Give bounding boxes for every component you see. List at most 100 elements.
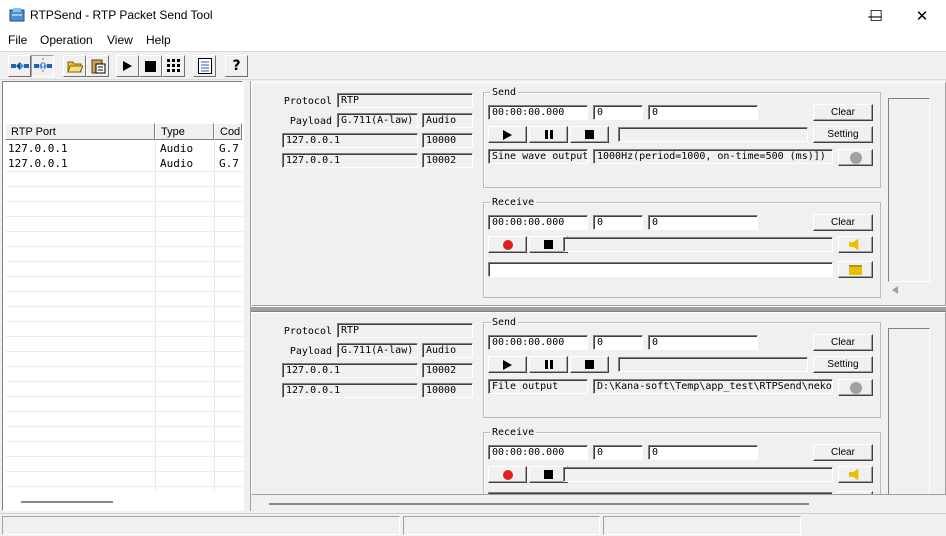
receive-speaker-button[interactable] (838, 236, 873, 253)
grid-button[interactable] (162, 55, 185, 77)
rtp-port-list[interactable]: RTP Port Type Cod 127.0.0.1 Audio G.7 12… (2, 81, 243, 511)
row-gridline (6, 231, 243, 232)
receive-folder-button[interactable] (838, 261, 873, 278)
media-type-field[interactable]: Audio (422, 343, 473, 358)
menu-operation[interactable]: Operation (40, 33, 93, 47)
send-bytes-field: 0 (648, 335, 758, 350)
payload-label: Payload (289, 116, 332, 127)
side-panel (888, 98, 930, 282)
local-ip-field[interactable]: 127.0.0.1 (282, 133, 418, 148)
right-horizontal-scrollbar[interactable] (251, 495, 946, 511)
receive-file-field[interactable] (488, 262, 833, 277)
receive-group-title: Receive (490, 427, 537, 438)
send-config-button[interactable] (838, 149, 873, 166)
maximize-icon: ☐ (869, 6, 883, 25)
send-config-button[interactable] (838, 379, 873, 396)
local-port-field[interactable]: 10002 (422, 363, 473, 378)
receive-record-button[interactable] (488, 466, 527, 483)
table-row[interactable]: 127.0.0.1 Audio G.7 (3, 156, 240, 171)
send-pause-button[interactable] (529, 126, 568, 143)
send-stop-button[interactable] (570, 126, 609, 143)
receive-speaker-button[interactable] (838, 466, 873, 483)
send-clear-button[interactable]: Clear (813, 104, 873, 121)
media-type-field[interactable]: Audio (422, 113, 473, 128)
send-clear-button[interactable]: Clear (813, 334, 873, 351)
row-gridline (6, 216, 243, 217)
maximize-button[interactable]: ☐ (853, 0, 899, 31)
channel-panel-1: Protocol RTP Payload G.711(A-law) Audio 127.0… (251, 82, 946, 306)
list-button[interactable] (193, 55, 216, 77)
row-gridline (6, 321, 243, 322)
column-header-type[interactable]: Type (155, 123, 214, 140)
protocol-field[interactable]: RTP (337, 323, 473, 338)
row-gridline (6, 201, 243, 202)
help-button[interactable]: ? (225, 55, 248, 77)
connect-button[interactable] (8, 55, 31, 77)
play-icon (503, 359, 512, 370)
close-button[interactable]: ✕ (899, 0, 945, 31)
connect-icon (10, 62, 29, 70)
row-gridline (6, 306, 243, 307)
status-pane-main (2, 516, 400, 535)
status-pane-2 (403, 516, 600, 535)
send-time-field: 00:00:00.000 (488, 335, 588, 350)
stop-icon (145, 60, 156, 72)
local-ip-field[interactable]: 127.0.0.1 (282, 363, 418, 378)
row-gridline (6, 471, 243, 472)
row-gridline (6, 261, 243, 262)
remote-ip-field[interactable]: 127.0.0.1 (282, 383, 418, 398)
column-header-codec[interactable]: Cod (214, 123, 242, 140)
column-divider (214, 140, 215, 490)
send-setting-button[interactable]: Setting (813, 126, 873, 143)
stop-button[interactable] (139, 55, 162, 77)
play-button[interactable] (116, 55, 139, 77)
receive-clear-button[interactable]: Clear (813, 214, 873, 231)
row-gridline (6, 411, 243, 412)
menu-help[interactable]: Help (146, 33, 171, 47)
right-scrollbar-thumb[interactable] (269, 503, 809, 505)
send-group-title: Send (490, 317, 519, 328)
receive-clear-button[interactable]: Clear (813, 444, 873, 461)
send-pause-button[interactable] (529, 356, 568, 373)
table-row[interactable]: 127.0.0.1 Audio G.7 (3, 141, 240, 156)
toolbar: ? (0, 51, 946, 80)
payload-label: Payload (289, 346, 332, 357)
send-source-type-field: File output (488, 379, 588, 394)
receive-time-field: 00:00:00.000 (488, 445, 588, 460)
payload-field[interactable]: G.711(A-law) (337, 343, 418, 358)
disconnect-button[interactable] (31, 55, 54, 77)
paste-button[interactable] (86, 55, 109, 77)
local-port-field[interactable]: 10000 (422, 133, 473, 148)
protocol-field[interactable]: RTP (337, 93, 473, 108)
row-codec: G.7 (219, 142, 239, 155)
horizontal-scrollbar-thumb[interactable] (21, 501, 113, 503)
side-panel (888, 328, 930, 494)
send-count-field: 0 (593, 105, 643, 120)
window-title: RTPSend - RTP Packet Send Tool (30, 8, 213, 22)
send-play-button[interactable] (488, 126, 527, 143)
open-button[interactable] (63, 55, 86, 77)
status-bar (0, 513, 946, 536)
send-time-field: 00:00:00.000 (488, 105, 588, 120)
receive-record-button[interactable] (488, 236, 527, 253)
send-stop-button[interactable] (570, 356, 609, 373)
remote-port-field[interactable]: 10002 (422, 153, 473, 168)
remote-port-field[interactable]: 10000 (422, 383, 473, 398)
vertical-splitter[interactable] (243, 81, 251, 511)
menu-file[interactable]: File (8, 33, 27, 47)
folder-icon (849, 264, 862, 275)
row-port: 127.0.0.1 (8, 142, 68, 155)
scroll-left-icon[interactable] (892, 286, 898, 294)
row-gridline (6, 246, 243, 247)
send-setting-button[interactable]: Setting (813, 356, 873, 373)
menu-view[interactable]: View (107, 33, 133, 47)
send-progress-bar (618, 357, 808, 372)
speaker-icon (848, 468, 859, 481)
disconnect-icon (33, 58, 52, 74)
send-play-button[interactable] (488, 356, 527, 373)
column-header-rtp-port[interactable]: RTP Port (5, 123, 155, 140)
payload-field[interactable]: G.711(A-law) (337, 113, 418, 128)
row-type: Audio (160, 157, 194, 170)
remote-ip-field[interactable]: 127.0.0.1 (282, 153, 418, 168)
list-icon (197, 58, 212, 74)
